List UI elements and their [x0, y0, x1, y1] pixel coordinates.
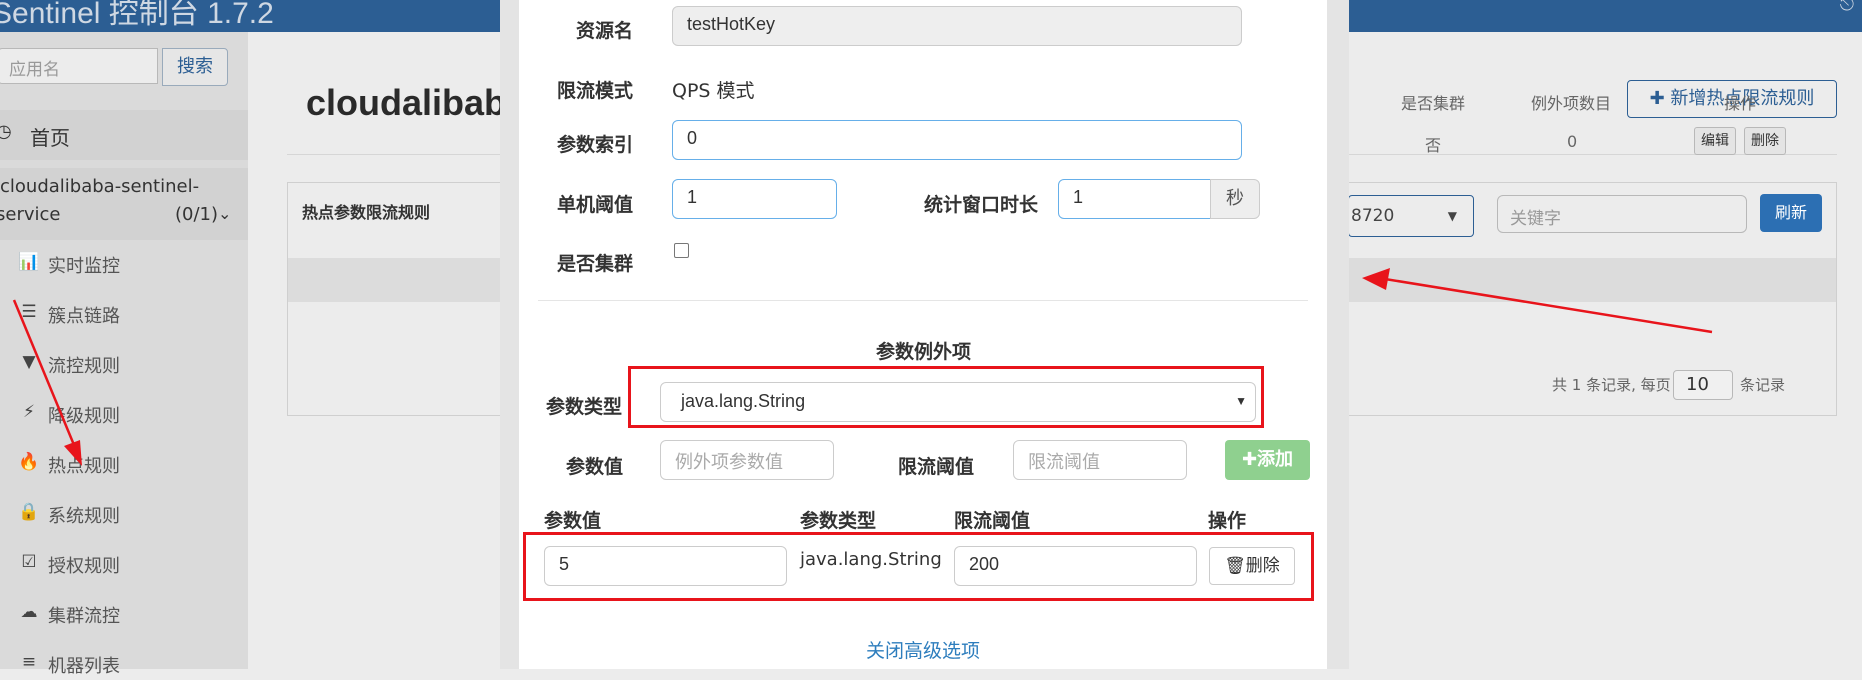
arrow-to-hotkey-menu: [12, 299, 76, 446]
arrowhead: [64, 440, 82, 466]
arrow-to-cluster-column: [1384, 277, 1713, 334]
annotation-arrows: [12, 268, 1713, 466]
arrowhead: [1362, 268, 1390, 290]
